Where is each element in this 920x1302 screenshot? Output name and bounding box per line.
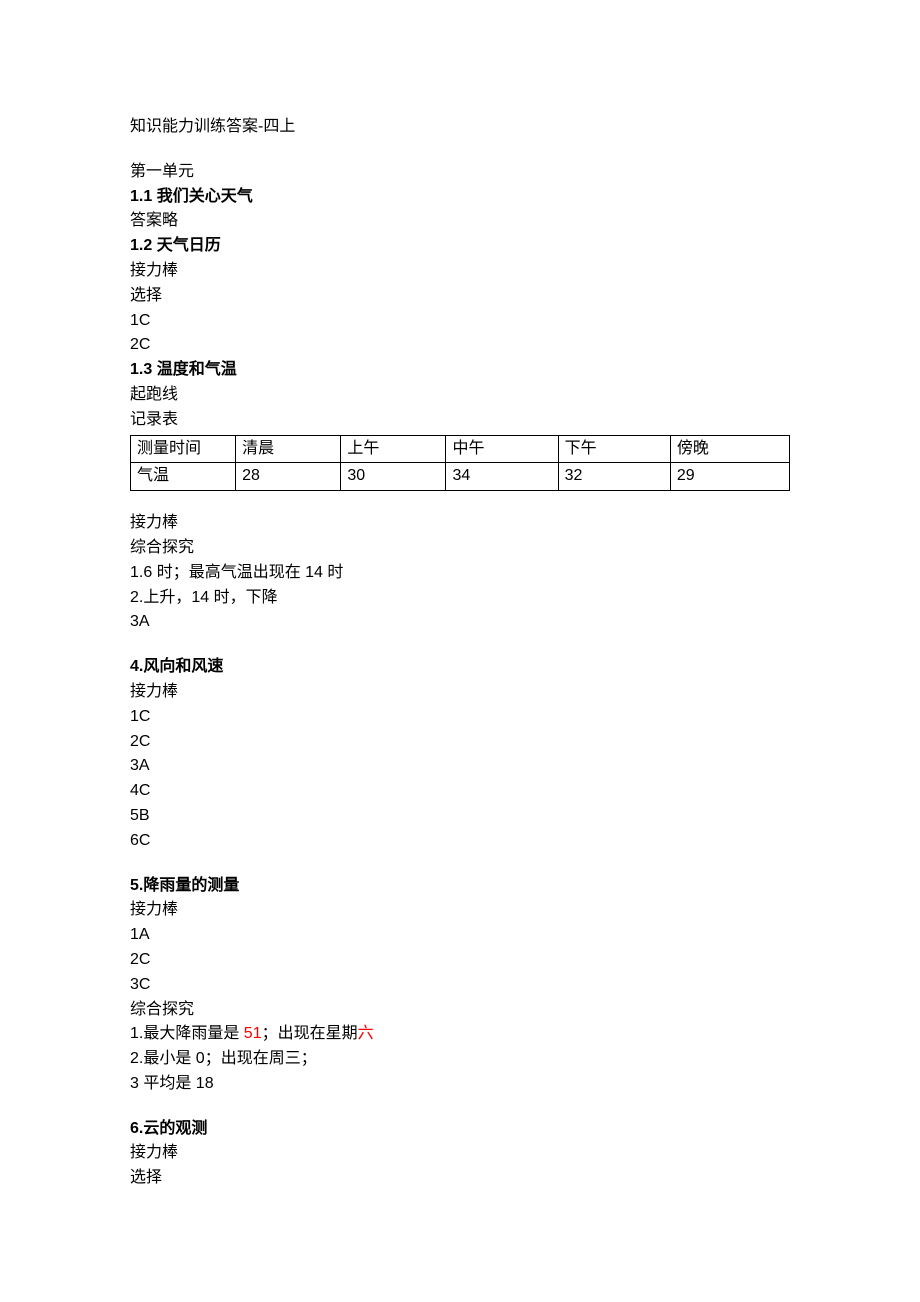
text-line: 接力棒 [130,1141,790,1166]
section-1-3-heading: 1.3 温度和气温 [130,358,790,383]
text-line: 答案略 [130,209,790,234]
answer-line: 4C [130,779,790,804]
table-cell: 下午 [558,435,670,463]
table-cell: 傍晚 [670,435,789,463]
table-cell: 30 [341,463,446,491]
text-fragment: ；出现在星期 [262,1025,358,1042]
highlight-text: 51 [244,1025,262,1042]
highlight-text: 六 [358,1025,374,1042]
table-cell: 气温 [131,463,236,491]
table-cell: 上午 [341,435,446,463]
table-cell: 测量时间 [131,435,236,463]
text-line: 起跑线 [130,383,790,408]
text-fragment: 1.最大降雨量是 [130,1025,244,1042]
table-cell: 中午 [446,435,558,463]
answer-line: 1C [130,309,790,334]
answer-line: 2C [130,730,790,755]
answer-line: 1A [130,923,790,948]
answer-line: 3 平均是 18 [130,1072,790,1097]
text-line: 选择 [130,1166,790,1191]
answer-line: 6C [130,829,790,854]
table-cell: 34 [446,463,558,491]
answer-line: 1.6 时；最高气温出现在 14 时 [130,561,790,586]
text-line: 接力棒 [130,511,790,536]
table-cell: 32 [558,463,670,491]
section-1-2-heading: 1.2 天气日历 [130,234,790,259]
answer-line: 2.最小是 0；出现在周三； [130,1047,790,1072]
text-line: 综合探究 [130,536,790,561]
table-row: 气温 28 30 34 32 29 [131,463,790,491]
section-6-heading: 6.云的观测 [130,1117,790,1142]
table-cell: 28 [236,463,341,491]
unit-heading: 第一单元 [130,160,790,185]
section-5-heading: 5.降雨量的测量 [130,874,790,899]
answer-line: 3A [130,754,790,779]
answer-line: 2C [130,948,790,973]
table-header-row: 测量时间 清晨 上午 中午 下午 傍晚 [131,435,790,463]
answer-line: 2.上升，14 时，下降 [130,586,790,611]
section-4-heading: 4.风向和风速 [130,655,790,680]
table-cell: 29 [670,463,789,491]
text-line: 选择 [130,284,790,309]
temperature-table: 测量时间 清晨 上午 中午 下午 傍晚 气温 28 30 34 32 29 [130,435,790,492]
table-cell: 清晨 [236,435,341,463]
answer-line: 1.最大降雨量是 51；出现在星期六 [130,1022,790,1047]
doc-title: 知识能力训练答案-四上 [130,115,790,140]
text-line: 记录表 [130,408,790,433]
text-line: 接力棒 [130,680,790,705]
answer-line: 3C [130,973,790,998]
section-1-1-heading: 1.1 我们关心天气 [130,185,790,210]
text-line: 接力棒 [130,259,790,284]
text-line: 综合探究 [130,998,790,1023]
answer-line: 5B [130,804,790,829]
answer-line: 2C [130,333,790,358]
answer-line: 3A [130,610,790,635]
answer-line: 1C [130,705,790,730]
text-line: 接力棒 [130,898,790,923]
